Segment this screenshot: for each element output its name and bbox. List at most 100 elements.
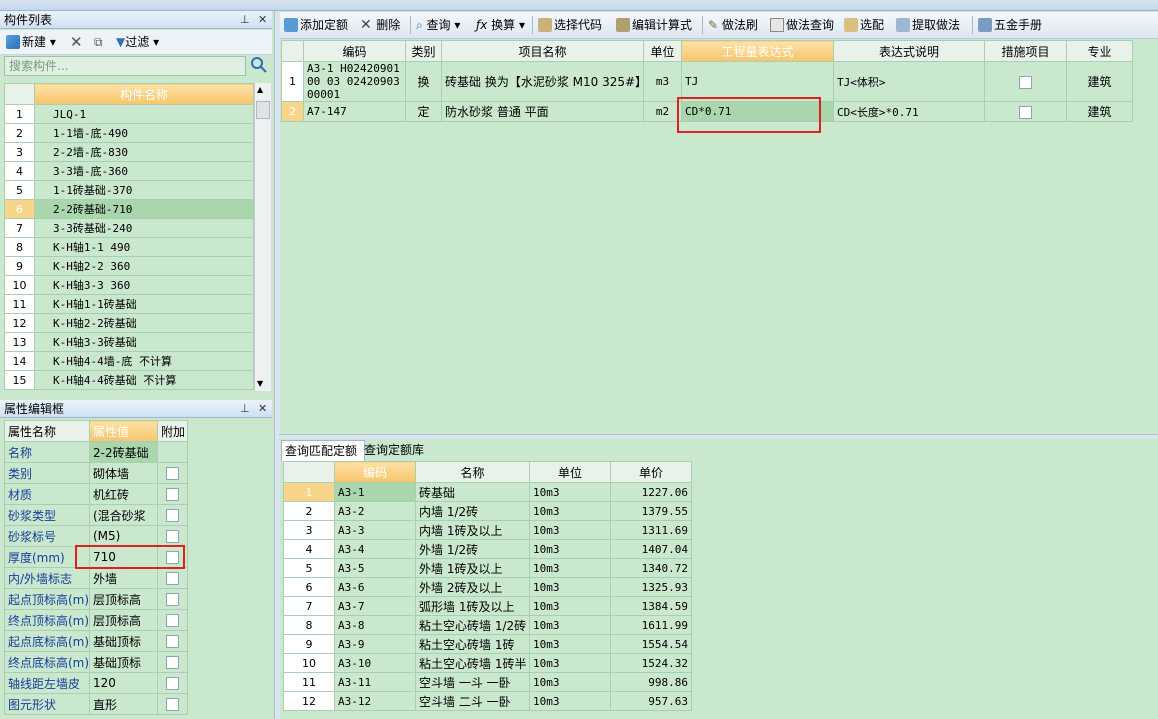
tab-query-match[interactable]: 查询匹配定额: [281, 440, 365, 461]
quota-unit[interactable]: m2: [643, 101, 682, 122]
match-price[interactable]: 1340.72: [610, 558, 692, 578]
query-button[interactable]: ⌕ 查询 ▾: [416, 16, 460, 34]
match-unit[interactable]: 10m3: [529, 482, 611, 502]
match-code[interactable]: A3-7: [334, 596, 416, 616]
quota-unit[interactable]: m3: [643, 61, 682, 102]
major-header[interactable]: 专业: [1066, 40, 1133, 62]
close-icon[interactable]: ✕: [258, 11, 267, 29]
match-name[interactable]: 外墙 2砖及以上: [415, 577, 530, 597]
match-row[interactable]: 3 A3-3 内墙 1砖及以上 10m3 1311.69: [283, 520, 692, 540]
match-unit[interactable]: 10m3: [529, 691, 611, 711]
match-code[interactable]: A3-3: [334, 520, 416, 540]
match-price[interactable]: 1384.59: [610, 596, 692, 616]
component-row[interactable]: 14 K-H轴4-4墙-底 不计算: [4, 351, 254, 371]
method-query-button[interactable]: 做法查询: [770, 16, 834, 34]
match-unit[interactable]: 10m3: [529, 615, 611, 635]
match-unit-header[interactable]: 单位: [529, 461, 611, 483]
component-row[interactable]: 8 K-H轴1-1 490: [4, 237, 254, 257]
property-value[interactable]: 直形: [89, 693, 158, 715]
match-code[interactable]: A3-8: [334, 615, 416, 635]
property-value[interactable]: (M5): [89, 525, 158, 547]
match-code[interactable]: A3-11: [334, 672, 416, 692]
match-row[interactable]: 10 A3-10 粘土空心砖墙 1砖半 10m3 1524.32: [283, 653, 692, 673]
match-code[interactable]: A3-10: [334, 653, 416, 673]
match-unit[interactable]: 10m3: [529, 558, 611, 578]
component-name[interactable]: K-H轴3-3砖基础: [34, 332, 254, 352]
match-price[interactable]: 1311.69: [610, 520, 692, 540]
match-price[interactable]: 957.63: [610, 691, 692, 711]
match-code[interactable]: A3-1: [334, 482, 416, 502]
quota-major[interactable]: 建筑: [1066, 101, 1133, 122]
match-name[interactable]: 粘土空心砖墙 1砖半: [415, 653, 530, 673]
vertical-splitter[interactable]: [274, 11, 280, 719]
property-value[interactable]: 外墙: [89, 567, 158, 589]
property-value[interactable]: 砌体墙: [89, 462, 158, 484]
match-price[interactable]: 1325.93: [610, 577, 692, 597]
match-name[interactable]: 空斗墙 一斗 一卧: [415, 672, 530, 692]
match-row[interactable]: 1 A3-1 砖基础 10m3 1227.06: [283, 482, 692, 502]
match-row[interactable]: 7 A3-7 弧形墙 1砖及以上 10m3 1384.59: [283, 596, 692, 616]
checkbox[interactable]: [166, 635, 179, 648]
pin-icon[interactable]: ⊥: [240, 400, 250, 418]
component-name[interactable]: 3-3砖基础-240: [34, 218, 254, 238]
new-button[interactable]: 新建 ▾: [6, 33, 56, 51]
checkbox[interactable]: [166, 677, 179, 690]
match-unit[interactable]: 10m3: [529, 501, 611, 521]
component-list-scrollbar[interactable]: ▲ ▼: [254, 83, 271, 391]
hardware-manual-button[interactable]: 五金手册: [978, 16, 1042, 34]
match-name[interactable]: 内墙 1/2砖: [415, 501, 530, 521]
component-row[interactable]: 13 K-H轴3-3砖基础: [4, 332, 254, 352]
match-code[interactable]: A3-6: [334, 577, 416, 597]
search-icon[interactable]: [250, 56, 270, 76]
property-value[interactable]: 120: [89, 672, 158, 694]
match-row[interactable]: 5 A3-5 外墙 1砖及以上 10m3 1340.72: [283, 558, 692, 578]
property-value[interactable]: (混合砂浆: [89, 504, 158, 526]
match-name[interactable]: 空斗墙 二斗 一卧: [415, 691, 530, 711]
quota-expression-desc[interactable]: TJ<体积>: [833, 61, 985, 102]
match-row[interactable]: 2 A3-2 内墙 1/2砖 10m3 1379.55: [283, 501, 692, 521]
match-name[interactable]: 粘土空心砖墙 1/2砖: [415, 615, 530, 635]
checkbox[interactable]: [166, 467, 179, 480]
delete-icon[interactable]: ✕: [70, 33, 83, 51]
match-price[interactable]: 1611.99: [610, 615, 692, 635]
match-code[interactable]: A3-5: [334, 558, 416, 578]
match-name[interactable]: 外墙 1/2砖: [415, 539, 530, 559]
property-value[interactable]: 机红砖: [89, 483, 158, 505]
component-row[interactable]: 1 JLQ-1: [4, 104, 254, 124]
property-value[interactable]: 2-2砖基础: [89, 441, 158, 463]
quota-code[interactable]: A3-1 H0242090100 03 0242090300001: [303, 61, 406, 102]
checkbox[interactable]: [1019, 75, 1032, 89]
match-price[interactable]: 1407.04: [610, 539, 692, 559]
component-row[interactable]: 15 K-H轴4-4砖基础 不计算: [4, 370, 254, 390]
component-row[interactable]: 11 K-H轴1-1砖基础: [4, 294, 254, 314]
select-code-button[interactable]: 选择代码: [538, 16, 602, 34]
match-price[interactable]: 998.86: [610, 672, 692, 692]
match-name[interactable]: 弧形墙 1砖及以上: [415, 596, 530, 616]
match-price[interactable]: 1227.06: [610, 482, 692, 502]
match-unit[interactable]: 10m3: [529, 539, 611, 559]
quota-row[interactable]: 1 A3-1 H0242090100 03 0242090300001 换砖基础 换…: [281, 61, 1133, 102]
component-row[interactable]: 4 3-3墙-底-360: [4, 161, 254, 181]
component-row[interactable]: 10 K-H轴3-3 360: [4, 275, 254, 295]
tab-query-library[interactable]: 查询定额库: [361, 440, 443, 460]
match-unit[interactable]: 10m3: [529, 672, 611, 692]
copy-icon[interactable]: ⧉: [94, 33, 103, 51]
scroll-down-icon[interactable]: ▼: [257, 379, 263, 388]
component-row[interactable]: 12 K-H轴2-2砖基础: [4, 313, 254, 333]
filter-button[interactable]: ▼过滤 ▾: [116, 33, 159, 51]
match-name[interactable]: 外墙 1砖及以上: [415, 558, 530, 578]
close-icon[interactable]: ✕: [258, 400, 267, 418]
match-unit[interactable]: 10m3: [529, 653, 611, 673]
match-unit[interactable]: 10m3: [529, 577, 611, 597]
match-name[interactable]: 砖基础: [415, 482, 530, 502]
component-name[interactable]: K-H轴2-2 360: [34, 256, 254, 276]
quota-expression[interactable]: TJ: [681, 61, 834, 102]
match-row[interactable]: 11 A3-11 空斗墙 一斗 一卧 10m3 998.86: [283, 672, 692, 692]
property-value[interactable]: 层顶标高: [89, 588, 158, 610]
quota-code[interactable]: A7-147: [303, 101, 406, 122]
component-name[interactable]: K-H轴4-4砖基础 不计算: [34, 370, 254, 390]
checkbox[interactable]: [166, 530, 179, 543]
match-row[interactable]: 4 A3-4 外墙 1/2砖 10m3 1407.04: [283, 539, 692, 559]
match-row[interactable]: 9 A3-9 粘土空心砖墙 1砖 10m3 1554.54: [283, 634, 692, 654]
convert-button[interactable]: ƒx 换算 ▾: [476, 16, 525, 34]
